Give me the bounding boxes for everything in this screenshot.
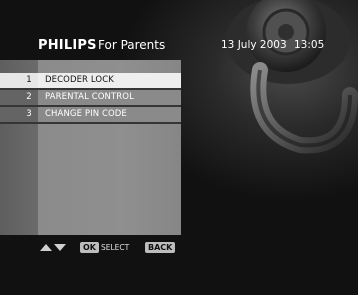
time-display: 13:05 [294,39,325,51]
menu-item-number: 3 [26,109,32,119]
date-display: 13 July 2003 [221,39,287,51]
menu-item-label: CHANGE PIN CODE [45,109,127,119]
menu-list: 1 DECODER LOCK 2 PARENTAL CONTROL 3 CHAN… [0,73,181,124]
key-hint-bar: OK SELECT BACK [38,241,198,255]
ok-key-badge: OK [80,242,99,253]
menu-item-parental-control[interactable]: 2 PARENTAL CONTROL [0,90,181,107]
padlock-icon [226,0,358,154]
arrow-up-icon [40,244,52,251]
menu-item-label: DECODER LOCK [45,75,114,85]
menu-item-label: PARENTAL CONTROL [45,92,134,102]
brand-logo: PHILIPS [38,38,97,53]
arrow-down-icon [54,244,66,251]
menu-item-decoder-lock[interactable]: 1 DECODER LOCK [0,73,181,90]
page-title: For Parents [98,38,166,52]
back-key-badge: BACK [145,242,176,253]
tv-menu-screen: PHILIPS For Parents 13 July 2003 13:05 1… [0,0,358,295]
menu-item-number: 2 [26,92,32,102]
select-hint-label: SELECT [101,243,130,252]
menu-item-number: 1 [26,75,32,85]
menu-item-change-pin-code[interactable]: 3 CHANGE PIN CODE [0,107,181,124]
